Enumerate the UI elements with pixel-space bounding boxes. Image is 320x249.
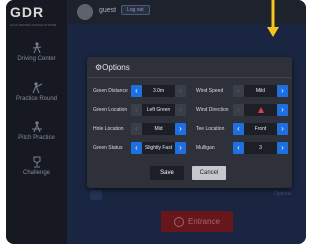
- wind-speed-decrease-button[interactable]: ‹: [233, 85, 244, 97]
- wind-speed-control: ‹ Mild ›: [233, 85, 288, 97]
- green-status-next-button[interactable]: ›: [175, 142, 186, 154]
- green-location-value: Left Green: [142, 104, 175, 116]
- mulligan-label: Mulligan: [196, 145, 215, 151]
- save-button[interactable]: Save: [150, 166, 184, 180]
- green-status-label: Green Status: [93, 145, 123, 151]
- green-location-next-button[interactable]: ›: [175, 104, 186, 116]
- green-status-prev-button[interactable]: ‹: [131, 142, 142, 154]
- wind-direction-arrow-icon: [257, 107, 264, 113]
- dialog-header: ⚙Options: [87, 57, 292, 78]
- wind-direction-control: ‹ ›: [233, 104, 288, 116]
- green-location-row: Green Location ‹ Left Green ›: [93, 104, 188, 116]
- hole-location-row: Hole Location ‹ Mid ›: [93, 123, 188, 135]
- wind-direction-next-button[interactable]: ›: [277, 104, 288, 116]
- wind-speed-label: Wind Speed: [196, 88, 224, 94]
- tee-location-row: Tee Location ‹ Front ›: [196, 123, 288, 135]
- hole-location-value: Mid: [142, 123, 175, 135]
- wind-direction-row: Wind Direction ‹ ›: [196, 104, 288, 116]
- green-status-row: Green Status ‹ Slightly Fast ›: [93, 142, 188, 154]
- tee-location-label: Tee Location: [196, 126, 225, 132]
- cancel-button[interactable]: Cancel: [192, 166, 226, 180]
- green-status-value: Slightly Fast: [142, 142, 175, 154]
- wind-speed-increase-button[interactable]: ›: [277, 85, 288, 97]
- green-distance-decrease-button[interactable]: ‹: [131, 85, 142, 97]
- wind-direction-prev-button[interactable]: ‹: [233, 104, 244, 116]
- options-dialog: ⚙Options Green Distance ‹ 3.0m › Green L…: [87, 57, 292, 188]
- tee-location-prev-button[interactable]: ‹: [233, 123, 244, 135]
- wind-speed-row: Wind Speed ‹ Mild ›: [196, 85, 288, 97]
- green-distance-label: Green Distance: [93, 88, 128, 94]
- dialog-title: ⚙Options: [95, 63, 130, 72]
- pointer-arrow-icon: [267, 0, 279, 37]
- wind-speed-value: Mild: [244, 85, 277, 97]
- green-location-label: Green Location: [93, 107, 128, 113]
- green-distance-increase-button[interactable]: ›: [175, 85, 186, 97]
- mulligan-control: ‹ 3 ›: [233, 142, 288, 154]
- tee-location-value: Front: [244, 123, 277, 135]
- wind-direction-value: [244, 104, 277, 116]
- mulligan-increase-button[interactable]: ›: [277, 142, 288, 154]
- green-location-prev-button[interactable]: ‹: [131, 104, 142, 116]
- green-distance-value: 3.0m: [142, 85, 175, 97]
- tee-location-control: ‹ Front ›: [233, 123, 288, 135]
- hole-location-prev-button[interactable]: ‹: [131, 123, 142, 135]
- green-distance-control: ‹ 3.0m ›: [131, 85, 186, 97]
- mulligan-value: 3: [244, 142, 277, 154]
- hole-location-next-button[interactable]: ›: [175, 123, 186, 135]
- mulligan-row: Mulligan ‹ 3 ›: [196, 142, 288, 154]
- mulligan-decrease-button[interactable]: ‹: [233, 142, 244, 154]
- tee-location-next-button[interactable]: ›: [277, 123, 288, 135]
- hole-location-control: ‹ Mid ›: [131, 123, 186, 135]
- wind-direction-label: Wind Direction: [196, 107, 229, 113]
- green-location-control: ‹ Left Green ›: [131, 104, 186, 116]
- hole-location-label: Hole Location: [93, 126, 124, 132]
- app-window: GDR GOLF DRIVING RANGE SYSTEM Driving Ce…: [6, 0, 306, 244]
- green-distance-row: Green Distance ‹ 3.0m ›: [93, 85, 188, 97]
- green-status-control: ‹ Slightly Fast ›: [131, 142, 186, 154]
